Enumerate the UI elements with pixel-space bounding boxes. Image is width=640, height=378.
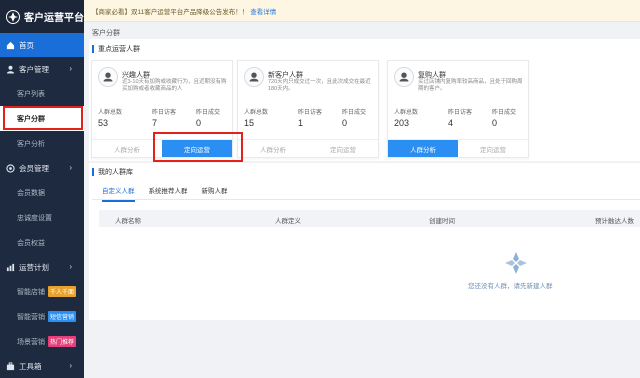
stat-label: 昨日访客 [152, 110, 177, 116]
user-icon [6, 65, 15, 74]
nav-loyalty-settings[interactable]: 忠诚度设置 [0, 205, 84, 230]
nav-loyalty-settings-label: 忠诚度设置 [17, 214, 52, 222]
highlight-box [153, 132, 243, 162]
card-actions: 人群分析 定向运营 [388, 139, 528, 157]
nav-ops-plan-label: 运营计划 [19, 262, 49, 272]
stat-label: 昨日成交 [196, 110, 221, 116]
stat-value: 203 [394, 118, 410, 128]
toolbox-icon [6, 361, 15, 370]
tag-badge: 千人千面 [48, 286, 77, 297]
highlight-box [3, 106, 83, 130]
nav-customer-list-label: 客户列表 [17, 90, 45, 98]
nav-home[interactable]: 首页 [0, 33, 84, 57]
targeted-ops-button[interactable]: 定向运营 [458, 140, 528, 157]
empty-state-text: 您还没有人群，请先新建人群 [468, 283, 553, 290]
card-desc: 买过店铺内复购率较高商品，且处于回购周期的客户。 [418, 79, 523, 92]
nav-customer-analysis[interactable]: 客户分析 [0, 131, 84, 156]
section-title-my: 我的人群库 [92, 167, 133, 177]
notice-link[interactable]: 查看详情 [250, 6, 276, 16]
analysis-button[interactable]: 人群分析 [388, 140, 458, 157]
brand[interactable]: 客户运营平台 [0, 0, 84, 33]
stat-value: 53 [98, 118, 109, 128]
nav-member-rights[interactable]: 会员权益 [0, 230, 84, 255]
home-icon [6, 41, 15, 49]
breadcrumb: 客户分群 [92, 30, 120, 37]
segment-card: 复购人群 买过店铺内复购率较高商品，且处于回购周期的客户。 人群总数 昨日访客 … [387, 60, 529, 158]
chevron-right-icon: › [69, 163, 72, 172]
nav-toolbox-label: 工具箱 [19, 361, 42, 371]
nav-customer-mgmt[interactable]: 客户管理 › [0, 57, 84, 81]
stat-label: 人群总数 [244, 110, 269, 116]
tag-badge: 短信营销 [48, 311, 77, 322]
col-name: 人群名称 [115, 218, 141, 225]
section-title-key-label: 重点运营人群 [98, 46, 140, 53]
notice-bar: 【商家必看】双11客户运营平台产品降级公告发布！！ 查看详情 [84, 0, 640, 22]
stat-value: 0 [492, 118, 498, 128]
col-reach: 预计触达人数 [595, 218, 634, 225]
nav-member-data[interactable]: 会员数据 [0, 180, 84, 205]
card-desc: 近3-10天有加购或收藏行为，且近期没有购买加购或者收藏商品的人 [122, 79, 227, 92]
col-created: 创建时间 [429, 218, 455, 225]
nav-customer-analysis-label: 客户分析 [17, 140, 45, 148]
nav-smart-marketing-label: 智能营销 [17, 313, 45, 321]
stat-value: 0 [196, 118, 202, 128]
targeted-ops-button[interactable]: 定向运营 [308, 140, 378, 157]
logo-icon [6, 9, 20, 24]
nav-home-label: 首页 [19, 40, 34, 50]
stat-value: 15 [244, 118, 255, 128]
stat-label: 人群总数 [98, 110, 123, 116]
table-header: 人群名称 人群定义 创建时间 预计触达人数 [99, 210, 640, 227]
chevron-right-icon: › [69, 262, 72, 271]
nav-member-rights-label: 会员权益 [17, 239, 45, 247]
people-icon [244, 67, 264, 87]
stat-value: 7 [152, 118, 158, 128]
sidebar: 客户运营平台 首页 客户管理 › 客户列表 客户分群 客户分析 会员管理 › 会… [0, 0, 84, 378]
nav-member-mgmt-label: 会员管理 [19, 163, 49, 173]
tab-divider [92, 199, 640, 200]
member-icon [6, 163, 15, 173]
nav-smart-marketing[interactable]: 智能营销 短信营销 [0, 304, 84, 329]
nav-toolbox[interactable]: 工具箱 › [0, 354, 84, 378]
section-title-my-label: 我的人群库 [98, 169, 133, 176]
nav-scene-marketing[interactable]: 场景营销 热门推荐 [0, 329, 84, 354]
col-definition: 人群定义 [275, 218, 301, 225]
people-icon [98, 67, 118, 87]
empty-state-icon [505, 252, 527, 274]
nav-scene-marketing-label: 场景营销 [17, 338, 45, 346]
section-title-key: 重点运营人群 [92, 44, 140, 54]
nav-ops-plan[interactable]: 运营计划 › [0, 255, 84, 279]
analysis-button[interactable]: 人群分析 [92, 140, 162, 157]
people-icon [394, 67, 414, 87]
chevron-right-icon: › [69, 64, 72, 73]
stat-value: 4 [448, 118, 454, 128]
stat-label: 昨日成交 [342, 110, 367, 116]
card-actions: 人群分析 定向运营 [238, 139, 378, 157]
nav-smart-store[interactable]: 智能店铺 千人千面 [0, 279, 84, 304]
stat-value: 0 [342, 118, 348, 128]
notice-text: 【商家必看】双11客户运营平台产品降级公告发布！！ [92, 8, 249, 16]
stat-label: 昨日访客 [298, 110, 323, 116]
card-desc: 720天内只成交过一次，且此次成交在最近180天内。 [268, 79, 371, 92]
tag-badge: 热门推荐 [48, 336, 77, 347]
stat-label: 昨日访客 [448, 110, 473, 116]
nav-member-mgmt[interactable]: 会员管理 › [0, 156, 84, 180]
stat-label: 人群总数 [394, 110, 419, 116]
chart-icon [6, 263, 15, 271]
analysis-button[interactable]: 人群分析 [238, 140, 308, 157]
nav-smart-store-label: 智能店铺 [17, 288, 45, 296]
stat-value: 1 [298, 118, 304, 128]
nav-customer-mgmt-label: 客户管理 [19, 64, 49, 74]
app-title: 客户运营平台 [24, 13, 84, 24]
stat-label: 昨日成交 [492, 110, 517, 116]
nav-member-data-label: 会员数据 [17, 189, 45, 197]
chevron-right-icon: › [69, 361, 72, 370]
nav-customer-list[interactable]: 客户列表 [0, 81, 84, 106]
segment-card: 新客户人群 720天内只成交过一次，且此次成交在最近180天内。 人群总数 昨日… [237, 60, 379, 158]
